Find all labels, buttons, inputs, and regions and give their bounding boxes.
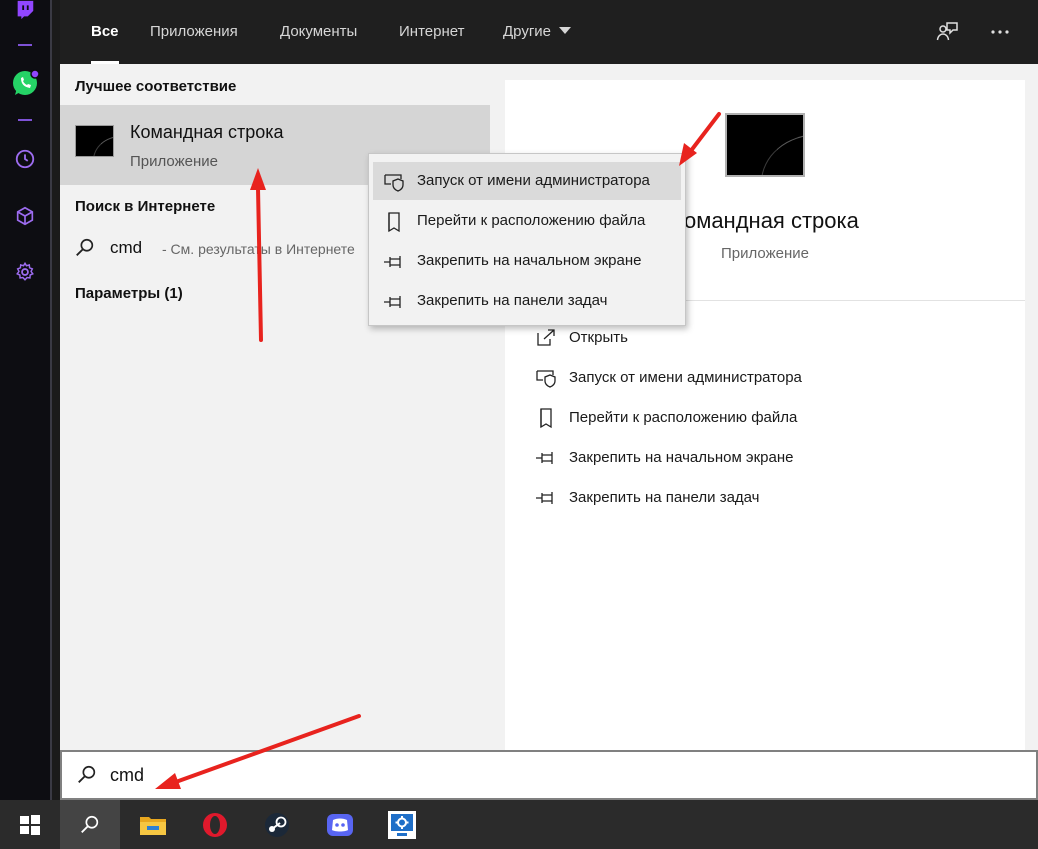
web-query-text: cmd [110,238,143,257]
clock-icon[interactable] [11,145,39,173]
remote-desktop-icon[interactable] [372,800,432,849]
pin-icon [535,447,557,469]
action-label: Перейти к расположению файла [569,409,798,426]
pin-icon [383,290,405,312]
tab-documents[interactable]: Документы [280,0,357,64]
result-title: Командная строка [130,122,284,142]
shield-icon [535,367,557,389]
action-run-as-admin[interactable]: Запуск от имени администратора [535,366,802,390]
tab-web[interactable]: Интернет [399,0,464,64]
tab-more[interactable]: Другие [503,0,572,64]
tab-label: Интернет [399,23,465,40]
pin-icon [383,250,405,272]
search-icon [76,764,98,791]
web-search-header: Поиск в Интернете [75,198,216,215]
box-icon[interactable] [11,202,39,230]
search-box[interactable]: cmd [60,750,1038,800]
search-icon[interactable] [60,800,120,849]
discord-icon[interactable] [310,800,370,849]
tab-label: Все [91,23,119,40]
twitch-icon[interactable] [11,0,39,24]
tab-all[interactable]: Все [91,0,119,64]
context-label: Закрепить на начальном экране [417,252,642,269]
rail-separator [18,119,32,121]
tab-label: Другие [503,23,552,40]
command-prompt-icon [75,125,114,157]
best-match-header: Лучшее соответствие [75,78,237,95]
settings-header[interactable]: Параметры (1) [75,285,183,302]
action-label: Закрепить на начальном экране [569,449,794,466]
result-subtitle: Приложение [130,153,218,170]
side-app-rail [0,0,50,800]
tab-label: Документы [280,23,358,40]
feedback-icon[interactable] [933,18,961,46]
tab-label: Приложения [150,23,238,40]
file-location-icon [535,407,557,429]
context-label: Запуск от имени администратора [417,172,650,189]
shield-icon [383,170,405,192]
search-icon [74,237,96,264]
action-label: Закрепить на панели задач [569,489,760,506]
action-label: Открыть [569,329,628,346]
context-run-as-admin[interactable]: Запуск от имени администратора [373,162,681,200]
start-search-window: Все Приложения Документы Интернет Другие… [60,0,1038,800]
action-label: Запуск от имени администратора [569,369,802,386]
file-location-icon [383,210,405,233]
caret-down-icon [559,26,572,34]
command-prompt-large-icon [725,113,805,177]
context-pin-to-start[interactable]: Закрепить на начальном экране [373,242,681,280]
tab-apps[interactable]: Приложения [150,0,238,64]
action-open[interactable]: Открыть [535,326,628,350]
opera-icon[interactable] [185,800,245,849]
windows-start-icon[interactable] [0,800,60,849]
filter-tab-bar: Все Приложения Документы Интернет Другие [60,0,1038,64]
open-icon [535,327,557,349]
action-pin-to-start[interactable]: Закрепить на начальном экране [535,446,793,470]
rail-separator [18,44,32,46]
action-pin-to-taskbar[interactable]: Закрепить на панели задач [535,486,760,510]
context-menu: Запуск от имени администратора Перейти к… [368,153,686,326]
steam-icon[interactable] [247,800,307,849]
settings-gear-icon[interactable] [11,258,39,286]
context-open-file-location[interactable]: Перейти к расположению файла [373,202,681,240]
file-explorer-icon[interactable] [123,800,183,849]
rail-border [50,0,52,800]
more-icon[interactable] [986,18,1014,46]
web-hint-text: - См. результаты в Интернете [162,241,355,257]
context-label: Закрепить на панели задач [417,292,608,309]
whatsapp-icon[interactable] [11,69,39,97]
pin-icon [535,487,557,509]
action-open-file-location[interactable]: Перейти к расположению файла [535,406,797,430]
search-input[interactable]: cmd [110,765,144,786]
taskbar [0,800,1038,849]
context-pin-to-taskbar[interactable]: Закрепить на панели задач [373,282,681,320]
context-label: Перейти к расположению файла [417,212,646,229]
